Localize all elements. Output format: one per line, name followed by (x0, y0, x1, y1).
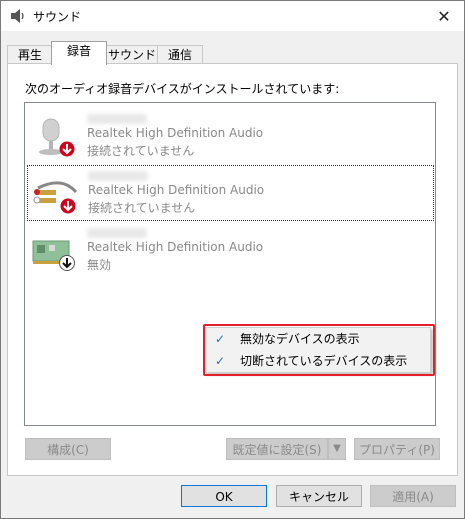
speaker-icon (11, 9, 24, 23)
red-down-arrow-icon (59, 141, 75, 157)
device-list[interactable]: Realtek High Definition Audio 接続されていません (24, 102, 436, 426)
title-bar: サウンド ✕ (1, 1, 464, 31)
device-name-redacted (88, 171, 148, 181)
set-default-button[interactable]: 既定値に設定(S) (226, 438, 328, 460)
device-item-microphone[interactable]: Realtek High Definition Audio 接続されていません (27, 109, 432, 163)
tab-recording[interactable]: 録音 (51, 41, 107, 65)
device-description: Realtek High Definition Audio (87, 240, 264, 254)
device-name-redacted (87, 114, 147, 124)
ok-button[interactable]: OK (181, 485, 267, 507)
configure-button[interactable]: 構成(C) (25, 438, 111, 460)
recording-panel: 次のオーディオ録音デバイスがインストールされています: Realtek High… (7, 63, 458, 476)
check-icon: ✓ (214, 332, 226, 346)
context-menu: ✓ 無効なデバイスの表示 ✓ 切断されているデバイスの表示 (203, 324, 435, 376)
device-description: Realtek High Definition Audio (87, 126, 264, 140)
close-icon: ✕ (437, 6, 451, 26)
tab-communications[interactable]: 通信 (157, 45, 203, 64)
device-status: 無効 (87, 258, 112, 272)
tab-sounds[interactable]: サウンド (105, 45, 159, 64)
device-name-redacted (87, 228, 147, 238)
device-description: Realtek High Definition Audio (88, 183, 265, 197)
apply-button[interactable]: 適用(A) (370, 485, 456, 507)
device-status: 接続されていません (88, 201, 196, 215)
tab-playback[interactable]: 再生 (7, 45, 53, 64)
window-title: サウンド (33, 10, 82, 24)
close-button[interactable]: ✕ (424, 1, 464, 31)
menu-item-show-disabled-devices[interactable]: ✓ 無効なデバイスの表示 (206, 328, 430, 350)
menu-item-show-disconnected-devices[interactable]: ✓ 切断されているデバイスの表示 (206, 350, 430, 372)
menu-item-label: 無効なデバイスの表示 (240, 332, 360, 346)
device-item-line-in[interactable]: Realtek High Definition Audio 接続されていません (27, 165, 434, 221)
sound-dialog: サウンド ✕ 再生 録音 サウンド 通信 次のオーディオ録音デバイスがインストー… (0, 0, 465, 519)
black-down-arrow-icon (59, 255, 75, 271)
device-status: 接続されていません (87, 144, 195, 158)
device-item-sound-card[interactable]: Realtek High Definition Audio 無効 (27, 223, 432, 277)
instruction-text: 次のオーディオ録音デバイスがインストールされています: (25, 82, 340, 96)
red-down-arrow-icon (60, 198, 76, 214)
set-default-dropdown-arrow[interactable]: ▼ (328, 438, 346, 460)
cancel-button[interactable]: キャンセル (276, 485, 362, 507)
properties-button[interactable]: プロパティ(P) (354, 438, 440, 460)
menu-item-label: 切断されているデバイスの表示 (240, 354, 408, 368)
check-icon: ✓ (214, 354, 226, 368)
